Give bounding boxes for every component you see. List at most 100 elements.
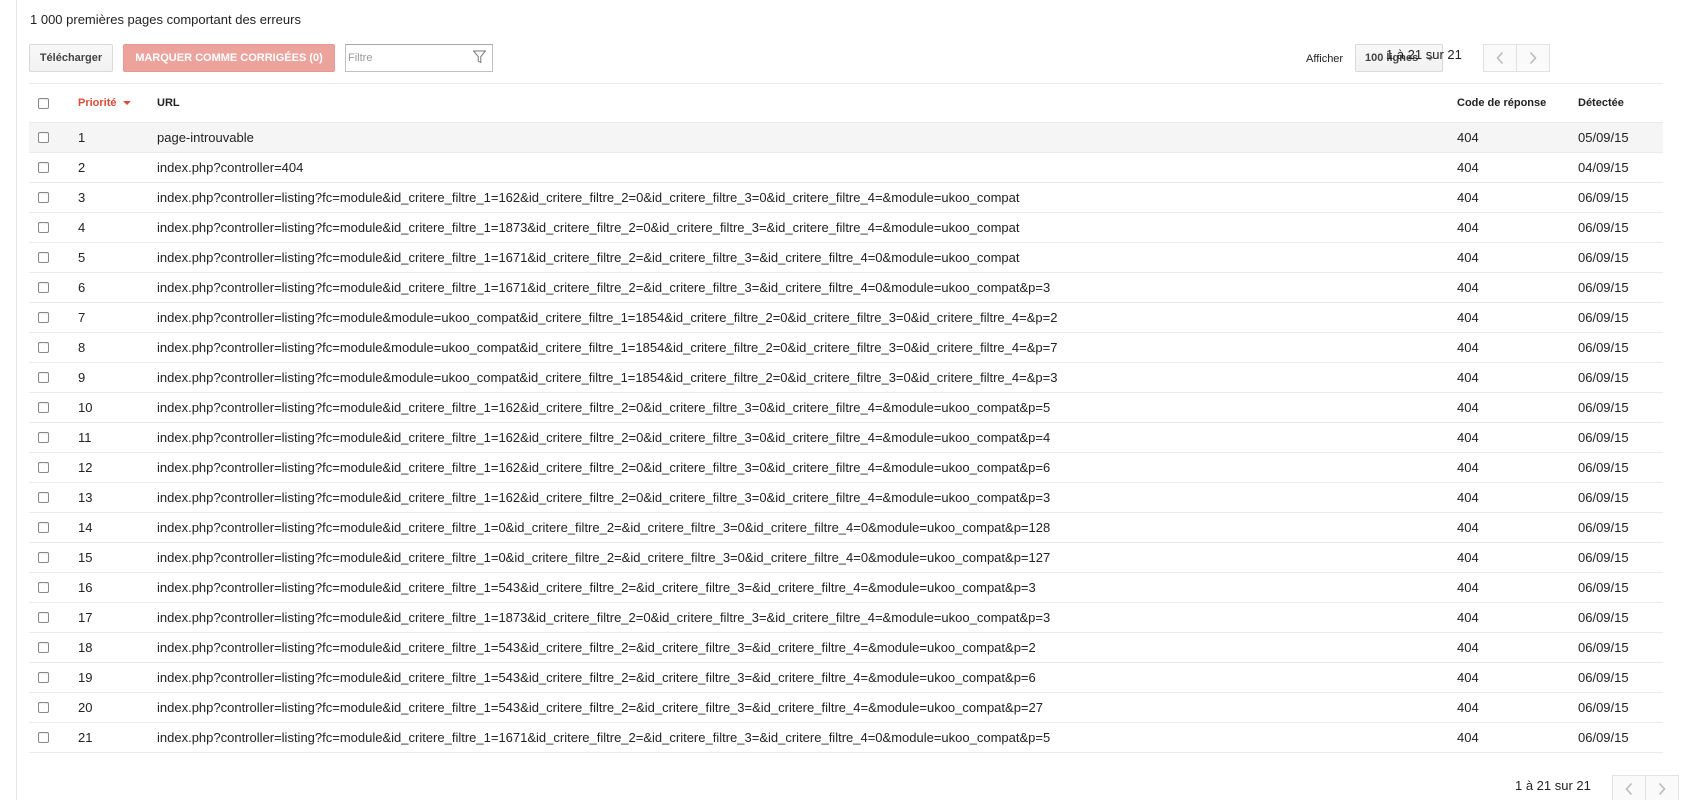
- next-page-button[interactable]: [1516, 44, 1550, 72]
- row-checkbox[interactable]: [38, 432, 49, 443]
- row-url[interactable]: index.php?controller=listing?fc=module&i…: [157, 393, 1050, 422]
- row-select-cell: [38, 213, 58, 242]
- table-row[interactable]: 17 index.php?controller=listing?fc=module…: [29, 603, 1663, 633]
- table-row[interactable]: 10 index.php?controller=listing?fc=module…: [29, 393, 1663, 423]
- row-detected-date: 06/09/15: [1578, 220, 1629, 235]
- table-row[interactable]: 8 index.php?controller=listing?fc=module&…: [29, 333, 1663, 363]
- crawl-errors-page: 1 000 premières pages comportant des err…: [0, 0, 1687, 800]
- row-checkbox[interactable]: [38, 582, 49, 593]
- table-row[interactable]: 20 index.php?controller=listing?fc=module…: [29, 693, 1663, 723]
- chevron-right-icon: [1529, 51, 1537, 65]
- row-url[interactable]: index.php?controller=listing?fc=module&m…: [157, 333, 1057, 362]
- column-header-priority[interactable]: Priorité: [78, 84, 131, 122]
- row-checkbox[interactable]: [38, 492, 49, 503]
- row-url[interactable]: index.php?controller=listing?fc=module&i…: [157, 513, 1050, 542]
- row-priority: 12: [78, 460, 93, 475]
- row-checkbox[interactable]: [38, 522, 49, 533]
- row-url[interactable]: index.php?controller=404: [157, 153, 303, 182]
- table-row[interactable]: 5 index.php?controller=listing?fc=module&…: [29, 243, 1663, 273]
- row-checkbox[interactable]: [38, 312, 49, 323]
- row-url[interactable]: index.php?controller=listing?fc=module&i…: [157, 603, 1050, 632]
- row-url[interactable]: index.php?controller=listing?fc=module&i…: [157, 663, 1036, 692]
- row-url[interactable]: index.php?controller=listing?fc=module&i…: [157, 723, 1050, 752]
- row-detected-date: 06/09/15: [1578, 700, 1629, 715]
- row-checkbox[interactable]: [38, 402, 49, 413]
- row-url[interactable]: index.php?controller=listing?fc=module&i…: [157, 423, 1050, 452]
- row-checkbox[interactable]: [38, 132, 49, 143]
- download-button[interactable]: Télécharger: [29, 44, 113, 72]
- pagination-range-bottom: 1 à 21 sur 21: [1515, 778, 1591, 793]
- row-detected-date: 06/09/15: [1578, 670, 1629, 685]
- row-url[interactable]: index.php?controller=listing?fc=module&i…: [157, 183, 1020, 212]
- row-checkbox[interactable]: [38, 642, 49, 653]
- row-priority: 18: [78, 640, 93, 655]
- table-row[interactable]: 19 index.php?controller=listing?fc=module…: [29, 663, 1663, 693]
- row-checkbox[interactable]: [38, 612, 49, 623]
- filter-field[interactable]: [345, 44, 493, 72]
- row-detected-date: 06/09/15: [1578, 340, 1629, 355]
- row-response-code: 404: [1457, 400, 1479, 415]
- table-row[interactable]: 14 index.php?controller=listing?fc=module…: [29, 513, 1663, 543]
- row-checkbox[interactable]: [38, 732, 49, 743]
- column-header-url[interactable]: URL: [157, 84, 180, 122]
- table-row[interactable]: 4 index.php?controller=listing?fc=module&…: [29, 213, 1663, 243]
- table-row[interactable]: 16 index.php?controller=listing?fc=module…: [29, 573, 1663, 603]
- table-row[interactable]: 13 index.php?controller=listing?fc=module…: [29, 483, 1663, 513]
- row-priority: 21: [78, 730, 93, 745]
- table-row[interactable]: 9 index.php?controller=listing?fc=module&…: [29, 363, 1663, 393]
- row-url[interactable]: index.php?controller=listing?fc=module&i…: [157, 543, 1050, 572]
- row-url[interactable]: index.php?controller=listing?fc=module&i…: [157, 633, 1036, 662]
- priority-header-label: Priorité: [78, 97, 117, 109]
- row-checkbox[interactable]: [38, 552, 49, 563]
- chevron-right-icon: [1658, 782, 1666, 796]
- row-priority: 3: [78, 190, 86, 205]
- table-row[interactable]: 11 index.php?controller=listing?fc=module…: [29, 423, 1663, 453]
- row-url[interactable]: index.php?controller=listing?fc=module&i…: [157, 213, 1020, 242]
- row-url[interactable]: index.php?controller=listing?fc=module&i…: [157, 573, 1036, 602]
- table-row[interactable]: 12 index.php?controller=listing?fc=module…: [29, 453, 1663, 483]
- table-row[interactable]: 7 index.php?controller=listing?fc=module&…: [29, 303, 1663, 333]
- column-header-response-code[interactable]: Code de réponse: [1457, 84, 1546, 122]
- table-row[interactable]: 2 index.php?controller=404 404 04/09/15: [29, 153, 1663, 183]
- row-url[interactable]: index.php?controller=listing?fc=module&i…: [157, 453, 1050, 482]
- table-row[interactable]: 6 index.php?controller=listing?fc=module&…: [29, 273, 1663, 303]
- row-url[interactable]: index.php?controller=listing?fc=module&i…: [157, 693, 1043, 722]
- row-checkbox[interactable]: [38, 672, 49, 683]
- row-detected-date: 06/09/15: [1578, 460, 1629, 475]
- prev-page-button[interactable]: [1483, 44, 1517, 72]
- row-checkbox[interactable]: [38, 282, 49, 293]
- row-select-cell: [38, 333, 58, 362]
- row-checkbox[interactable]: [38, 192, 49, 203]
- prev-page-button-bottom[interactable]: [1612, 775, 1646, 800]
- table-row[interactable]: 18 index.php?controller=listing?fc=module…: [29, 633, 1663, 663]
- mark-as-fixed-button[interactable]: MARQUER COMME CORRIGÉES (0): [123, 44, 335, 72]
- filter-funnel-icon[interactable]: [473, 50, 486, 64]
- row-url[interactable]: index.php?controller=listing?fc=module&i…: [157, 483, 1050, 512]
- row-checkbox[interactable]: [38, 372, 49, 383]
- row-checkbox[interactable]: [38, 702, 49, 713]
- row-url[interactable]: index.php?controller=listing?fc=module&m…: [157, 363, 1057, 392]
- select-all-cell: [38, 84, 58, 122]
- select-all-checkbox[interactable]: [38, 97, 49, 109]
- row-url[interactable]: index.php?controller=listing?fc=module&i…: [157, 273, 1050, 302]
- row-checkbox[interactable]: [38, 342, 49, 353]
- row-response-code: 404: [1457, 550, 1479, 565]
- row-checkbox[interactable]: [38, 462, 49, 473]
- row-checkbox[interactable]: [38, 162, 49, 173]
- row-response-code: 404: [1457, 490, 1479, 505]
- row-select-cell: [38, 723, 58, 752]
- filter-input[interactable]: [348, 48, 463, 68]
- next-page-button-bottom[interactable]: [1645, 775, 1679, 800]
- table-row[interactable]: 15 index.php?controller=listing?fc=module…: [29, 543, 1663, 573]
- row-checkbox[interactable]: [38, 222, 49, 233]
- row-checkbox[interactable]: [38, 252, 49, 263]
- table-row[interactable]: 1 page-introuvable 404 05/09/15: [29, 123, 1663, 153]
- column-header-detected[interactable]: Détectée: [1578, 84, 1624, 122]
- row-priority: 1: [78, 130, 86, 145]
- row-url[interactable]: index.php?controller=listing?fc=module&m…: [157, 303, 1057, 332]
- row-url[interactable]: index.php?controller=listing?fc=module&i…: [157, 243, 1020, 272]
- table-row[interactable]: 21 index.php?controller=listing?fc=module…: [29, 723, 1663, 753]
- row-url[interactable]: page-introuvable: [157, 123, 254, 152]
- table-row[interactable]: 3 index.php?controller=listing?fc=module&…: [29, 183, 1663, 213]
- row-response-code: 404: [1457, 460, 1479, 475]
